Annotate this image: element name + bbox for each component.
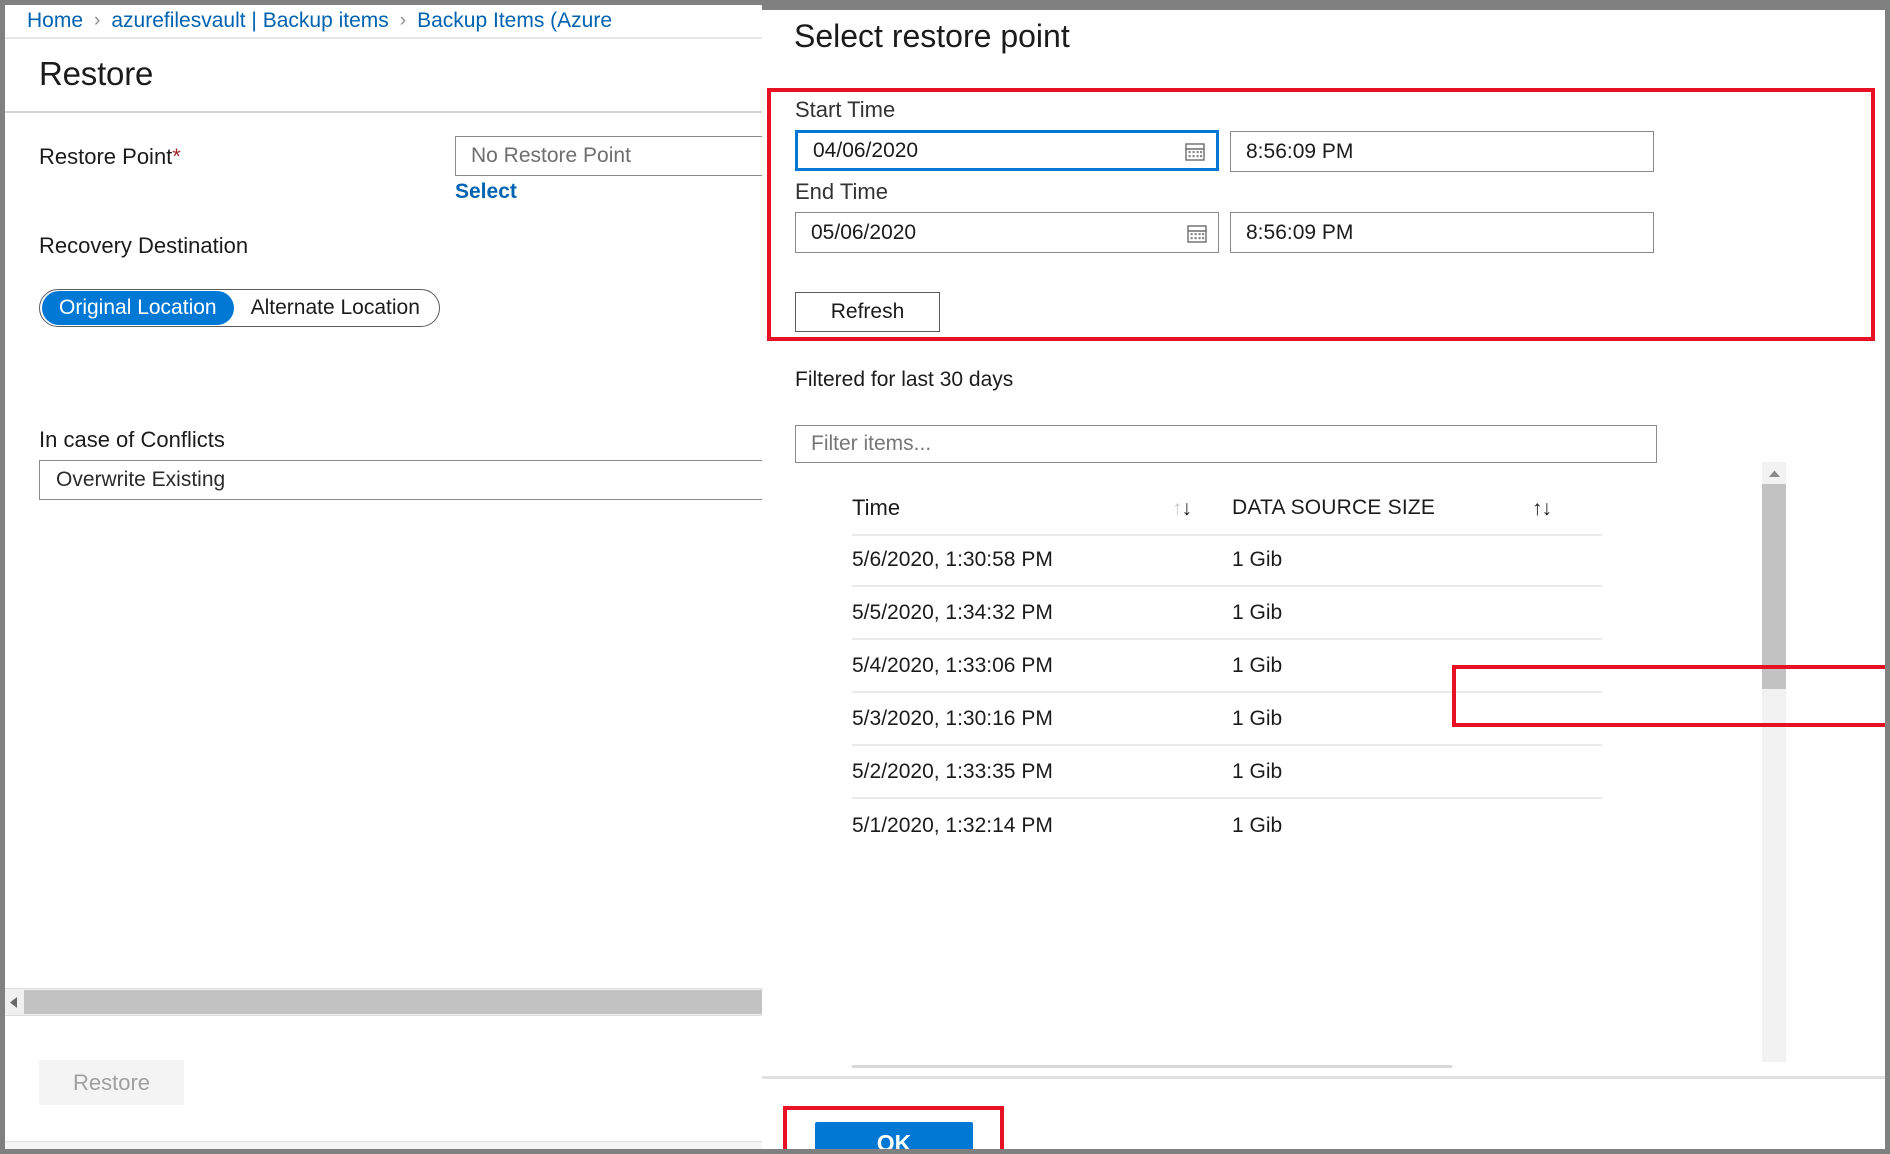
end-time-input[interactable]: 8:56:09 PM: [1230, 212, 1654, 253]
row-size: 1 Gib: [1232, 601, 1532, 625]
breadcrumb-item-backup-items[interactable]: Backup Items (Azure: [417, 9, 612, 33]
horizontal-scrollbar[interactable]: [5, 988, 762, 1016]
start-date-input[interactable]: 04/06/2020: [795, 130, 1219, 171]
toggle-option-alternate-location[interactable]: Alternate Location: [234, 291, 437, 325]
table-row[interactable]: 5/1/2020, 1:32:14 PM 1 Gib: [852, 799, 1602, 852]
footer-divider: [5, 1141, 762, 1149]
row-time: 5/4/2020, 1:33:06 PM: [852, 654, 1232, 678]
end-date-value: 05/06/2020: [811, 221, 1186, 245]
restore-button[interactable]: Restore: [39, 1060, 184, 1105]
table-row[interactable]: 5/3/2020, 1:30:16 PM 1 Gib: [852, 693, 1602, 746]
start-time-value: 8:56:09 PM: [1246, 140, 1353, 164]
table-row[interactable]: 5/5/2020, 1:34:32 PM 1 Gib: [852, 587, 1602, 640]
sort-time-column-button[interactable]: ↑↓: [1172, 498, 1232, 519]
filtered-note: Filtered for last 30 days: [795, 368, 1013, 392]
breadcrumb-item-vault[interactable]: azurefilesvault | Backup items: [111, 9, 388, 33]
in-case-of-conflicts-label: In case of Conflicts: [39, 427, 225, 453]
in-case-of-conflicts-select[interactable]: Overwrite Existing: [39, 460, 762, 500]
end-time-value: 8:56:09 PM: [1246, 221, 1353, 245]
row-size: 1 Gib: [1232, 760, 1532, 784]
page-title: Restore: [39, 55, 153, 93]
calendar-icon[interactable]: [1186, 222, 1208, 244]
scroll-up-arrow-icon[interactable]: [1762, 462, 1786, 484]
restore-blade: Home › azurefilesvault | Backup items › …: [5, 5, 762, 1149]
restore-points-table: Time ↑↓ DATA SOURCE SIZE ↑↓ 5/6/2020, 1:…: [795, 482, 1657, 887]
row-time: 5/6/2020, 1:30:58 PM: [852, 548, 1232, 572]
row-size: 1 Gib: [1232, 654, 1532, 678]
start-time-label: Start Time: [795, 97, 895, 123]
horizontal-scrollbar-thumb[interactable]: [24, 990, 762, 1014]
refresh-button[interactable]: Refresh: [795, 292, 940, 332]
table-scrollbar-thumb[interactable]: [1762, 484, 1786, 689]
breadcrumb-item-home[interactable]: Home: [27, 9, 83, 33]
row-time: 5/1/2020, 1:32:14 PM: [852, 814, 1232, 838]
scroll-left-arrow-icon[interactable]: [5, 989, 22, 1015]
row-time: 5/3/2020, 1:30:16 PM: [852, 707, 1232, 731]
toggle-option-original-location[interactable]: Original Location: [42, 291, 234, 325]
row-size: 1 Gib: [1232, 707, 1532, 731]
calendar-icon[interactable]: [1184, 140, 1206, 162]
table-row[interactable]: 5/2/2020, 1:33:35 PM 1 Gib: [852, 746, 1602, 799]
blade-header: Restore: [5, 41, 762, 113]
row-time: 5/2/2020, 1:33:35 PM: [852, 760, 1232, 784]
restore-point-label-text: Restore Point: [39, 144, 172, 169]
restore-point-value: No Restore Point: [471, 144, 631, 168]
panel-title: Select restore point: [794, 18, 1070, 55]
sort-size-column-button[interactable]: ↑↓: [1532, 498, 1602, 519]
table-header-row: Time ↑↓ DATA SOURCE SIZE ↑↓: [852, 482, 1602, 536]
start-time-input[interactable]: 8:56:09 PM: [1230, 131, 1654, 172]
screenshot-root: Home › azurefilesvault | Backup items › …: [0, 0, 1890, 1154]
recovery-destination-label: Recovery Destination: [39, 233, 248, 259]
restore-point-label: Restore Point*: [39, 144, 181, 170]
column-header-data-source-size[interactable]: DATA SOURCE SIZE: [1232, 496, 1532, 520]
end-date-input[interactable]: 05/06/2020: [795, 212, 1219, 253]
recovery-destination-toggle[interactable]: Original Location Alternate Location: [39, 289, 440, 327]
table-vertical-scrollbar[interactable]: [1762, 462, 1786, 1062]
row-size: 1 Gib: [1232, 814, 1532, 838]
row-size: 1 Gib: [1232, 548, 1532, 572]
row-time: 5/5/2020, 1:34:32 PM: [852, 601, 1232, 625]
breadcrumb-separator-icon: ›: [94, 10, 100, 32]
filter-items-input[interactable]: [795, 425, 1657, 463]
end-time-label: End Time: [795, 179, 888, 205]
breadcrumb: Home › azurefilesvault | Backup items › …: [5, 5, 762, 39]
start-date-value: 04/06/2020: [813, 139, 1184, 163]
panel-footer: OK: [762, 1076, 1885, 1149]
select-restore-point-panel: Select restore point Start Time 04/06/20…: [762, 5, 1885, 1149]
restore-point-field[interactable]: No Restore Point: [455, 136, 762, 176]
breadcrumb-separator-icon: ›: [400, 10, 406, 32]
required-marker: *: [172, 144, 181, 169]
ok-button[interactable]: OK: [815, 1122, 973, 1149]
conflicts-value: Overwrite Existing: [56, 468, 225, 492]
restore-blade-footer: Restore: [5, 1016, 762, 1149]
table-row[interactable]: 5/6/2020, 1:30:58 PM 1 Gib: [852, 534, 1602, 587]
column-header-time[interactable]: Time: [852, 495, 1172, 521]
table-row-selected[interactable]: 5/4/2020, 1:33:06 PM 1 Gib: [852, 640, 1602, 693]
table-bottom-divider: [852, 1065, 1452, 1068]
select-restore-point-link[interactable]: Select: [455, 180, 517, 204]
